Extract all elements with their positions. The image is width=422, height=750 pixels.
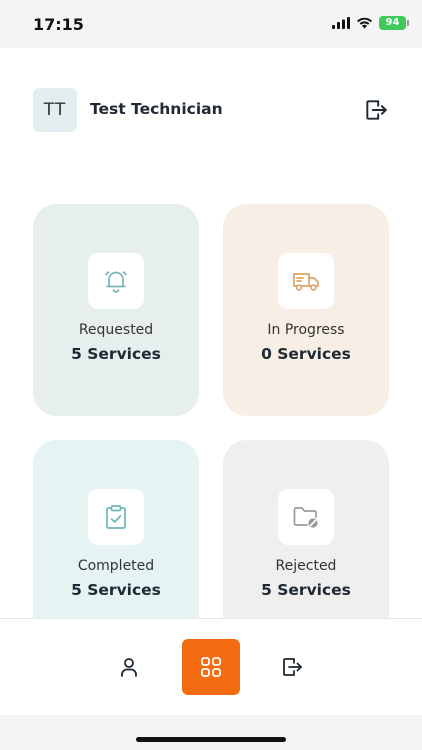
truck-icon xyxy=(293,273,319,291)
home-indicator[interactable] xyxy=(136,737,286,742)
rejected-card[interactable]: Rejected 5 Services xyxy=(223,440,389,618)
in-progress-card[interactable]: In Progress 0 Services xyxy=(223,204,389,416)
status-time: 17:15 xyxy=(33,15,84,34)
home-button[interactable] xyxy=(182,639,240,695)
bottom-nav xyxy=(0,618,422,715)
user-icon[interactable] xyxy=(117,655,141,679)
battery-icon: 94 xyxy=(379,16,409,30)
card-count: 5 Services xyxy=(261,581,351,599)
status-icons: 94 xyxy=(332,16,409,30)
card-icon-container xyxy=(278,253,334,309)
main-content: TT Test Technician Requested 5 Services xyxy=(0,48,422,618)
card-label: Rejected xyxy=(275,558,337,574)
card-icon-container xyxy=(88,253,144,309)
card-icon-container xyxy=(278,489,334,545)
logout-icon[interactable] xyxy=(280,655,304,679)
home-indicator-area xyxy=(0,715,422,750)
card-label: Completed xyxy=(77,558,155,574)
header: TT Test Technician xyxy=(33,88,389,132)
card-label: Requested xyxy=(78,322,154,338)
card-count: 5 Services xyxy=(71,345,161,363)
status-bar: 17:15 94 xyxy=(0,0,422,48)
grid-icon xyxy=(201,657,221,677)
wifi-icon xyxy=(357,17,372,29)
card-count: 0 Services xyxy=(261,345,351,363)
card-label: In Progress xyxy=(267,322,345,338)
folder-blocked-icon xyxy=(293,507,318,528)
completed-card[interactable]: Completed 5 Services xyxy=(33,440,199,618)
clipboard-check-icon xyxy=(106,505,126,529)
card-icon-container xyxy=(88,489,144,545)
user-name: Test Technician xyxy=(90,100,223,118)
requested-card[interactable]: Requested 5 Services xyxy=(33,204,199,416)
bell-icon xyxy=(105,271,127,293)
signal-icon xyxy=(332,17,350,29)
avatar[interactable]: TT xyxy=(33,88,77,132)
card-count: 5 Services xyxy=(71,581,161,599)
logout-icon[interactable] xyxy=(363,97,389,123)
